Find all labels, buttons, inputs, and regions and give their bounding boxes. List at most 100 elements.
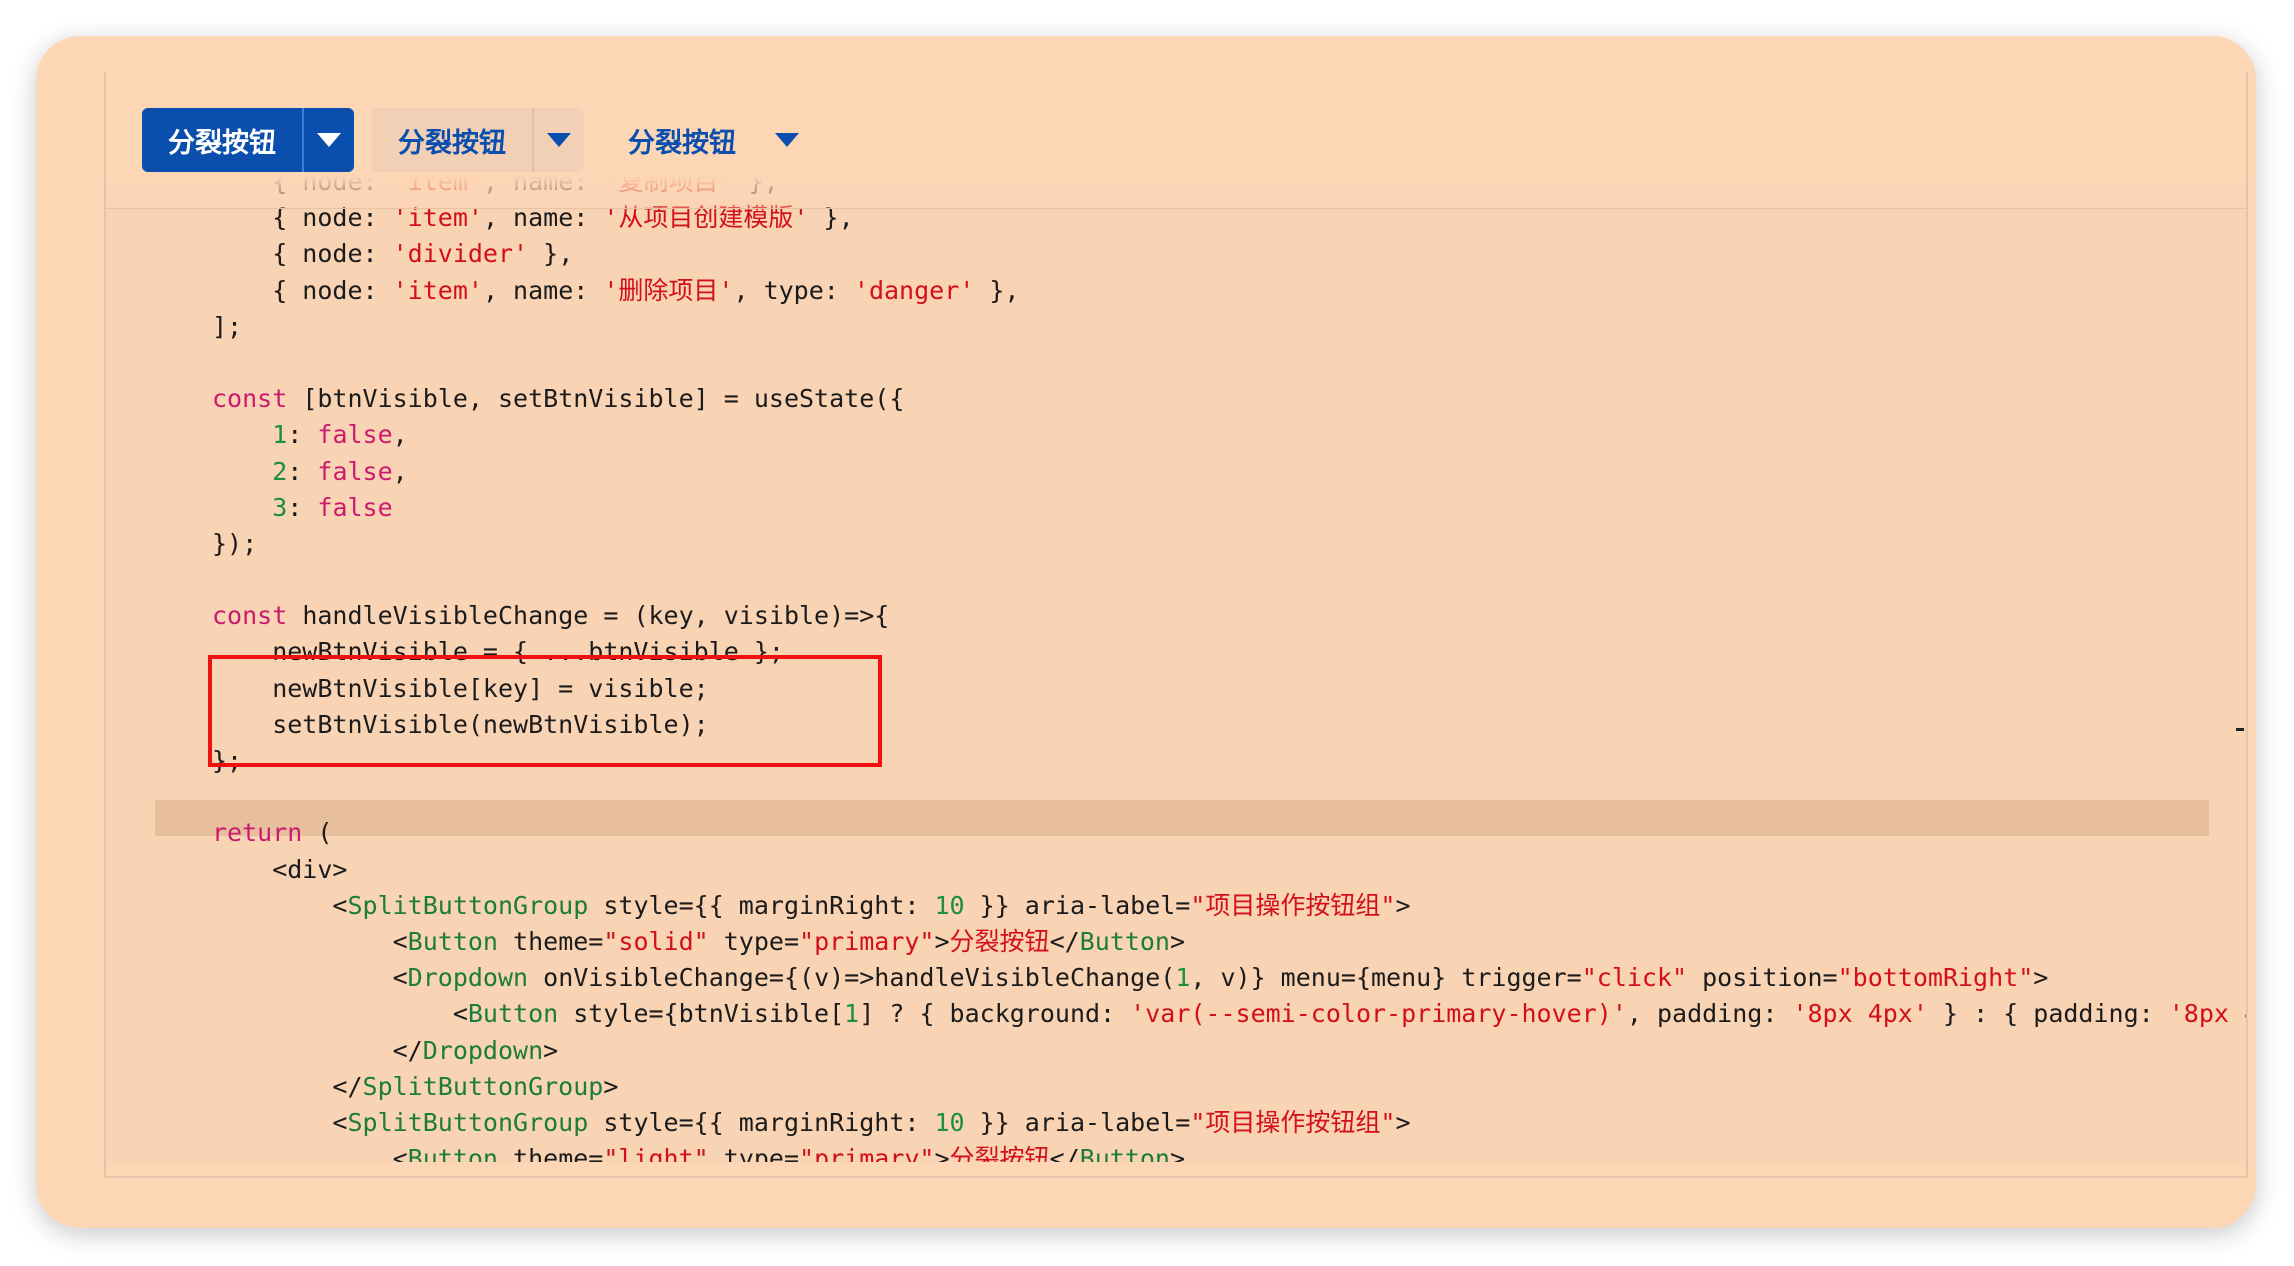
split-button-group-solid: 分裂按钮 [142,108,354,172]
code-token: 'item' [392,275,483,305]
code-token: 分裂按钮 [949,926,1050,956]
code-token: , type: [733,275,854,305]
split-button-main-borderless[interactable]: 分裂按钮 [602,108,762,172]
code-line: <Dropdown onVisibleChange={(v)=>handleVi… [212,960,2246,996]
code-token: return [212,818,303,848]
code-token: 3 [272,492,288,522]
code-line: <div> [212,852,2246,888]
code-token: 'var(--semi-color-primary-hover)' [1130,999,1627,1029]
split-button-dropdown-borderless[interactable] [762,108,812,172]
code-token: > [934,926,950,956]
code-token: < [212,926,408,956]
code-token: : [287,492,318,522]
split-button-group-borderless: 分裂按钮 [602,108,812,172]
code-token: ( [302,818,333,848]
code-token: } : { padding: [1927,999,2169,1029]
code-token: [btnVisible, setBtnVisible] = useState({ [287,384,905,414]
code-editor[interactable]: { node: 'item', name: '复制项目' }, { node: … [104,176,2248,1178]
code-token: '删除项目' [603,275,734,305]
screenshot-card: 分裂按钮 分裂按钮 分裂按钮 { node: 'item', name: '复制… [36,36,2256,1228]
code-token: { node: [212,239,393,269]
code-token: false [317,456,393,486]
code-token: : [287,456,318,486]
code-line: return ( [212,815,2246,851]
code-token: <div> [212,854,348,884]
code-line: setBtnVisible(newBtnVisible); [212,707,2246,743]
code-token: }, [974,275,1020,305]
code-token: , [392,456,408,486]
code-token: Button [1079,926,1170,956]
code-token: '8px 4px' [2168,999,2246,1029]
triangle-down-icon [317,133,341,147]
code-token: </ [1049,926,1080,956]
code-token: }} aria-label= [964,1107,1191,1137]
code-token: handleVisibleChange = (key, visible)=>{ [287,601,890,631]
split-button-dropdown-light[interactable] [532,108,584,172]
code-token: , v)} menu={menu} trigger= [1190,963,1582,993]
code-token: 'divider' [392,239,529,269]
code-line: { node: 'item', name: '删除项目', type: 'dan… [212,273,2246,309]
code-token: > [1395,890,1411,920]
code-token: SplitButtonGroup [347,890,589,920]
code-token: ] ? { background: [859,999,1131,1029]
code-token: SplitButtonGroup [362,1071,604,1101]
code-token: 10 [934,890,965,920]
code-token: > [603,1071,619,1101]
code-token: }} aria-label= [964,890,1191,920]
code-token: style={btnVisible[ [558,999,845,1029]
code-top-fade [106,176,2246,209]
scrollbar-marker[interactable] [2236,728,2244,731]
code-token: SplitButtonGroup [347,1107,589,1137]
code-token: type= [708,926,800,956]
code-token: < [212,890,348,920]
code-token: newBtnVisible = { ...btnVisible }; [212,637,784,667]
code-line: ]; [212,309,2246,345]
code-token: style={{ marginRight: [588,1107,935,1137]
code-token: , padding: [1626,999,1793,1029]
code-line: <Dropdown onVisibleChange={(v)=>handleVi… [212,1177,2248,1178]
code-token: < [212,963,408,993]
code-token: '8px 4px' [1792,999,1928,1029]
code-token: Button [467,999,559,1029]
code-line: newBtnVisible = { ...btnVisible }; [212,634,2246,670]
code-token: onVisibleChange={(v)=>handleVisibleChang… [528,963,1176,993]
code-token: 1 [1175,963,1191,993]
code-token: "solid" [603,926,709,956]
code-token: Button [407,926,498,956]
code-token: ]; [212,311,243,341]
code-token: Dropdown [422,1035,544,1065]
code-line: }; [212,743,2246,779]
code-token: 1 [272,420,288,450]
code-bottom-edge [106,1162,2246,1176]
code-token: 10 [934,1107,965,1137]
split-button-group-light: 分裂按钮 [372,108,584,172]
code-line: { node: 'divider' }, [212,236,2246,272]
code-token: "primary" [799,926,935,956]
code-token: }); [212,528,258,558]
code-token: 'danger' [853,275,975,305]
code-token: { node: [212,275,393,305]
code-token: "bottomRight" [1837,963,2034,993]
code-token: }; [212,746,243,775]
code-line: <Button style={btnVisible[1] ? { backgro… [212,996,2246,1032]
split-button-main-solid[interactable]: 分裂按钮 [142,108,302,172]
split-button-dropdown-solid[interactable] [302,108,354,172]
code-token: false [317,420,393,450]
code-token: const [212,601,288,631]
code-token: 1 [844,999,860,1029]
code-token: setBtnVisible(newBtnVisible); [212,709,709,739]
code-token: style={{ marginRight: [588,890,935,920]
split-button-main-light[interactable]: 分裂按钮 [372,108,532,172]
code-line: </Dropdown> [212,1033,2246,1069]
code-token: theme= [497,926,604,956]
code-token: , name: [482,275,604,305]
triangle-down-icon [775,133,799,147]
code-token: "项目操作按钮组" [1190,890,1396,920]
code-token: < [212,999,468,1029]
code-token: const [212,384,288,414]
